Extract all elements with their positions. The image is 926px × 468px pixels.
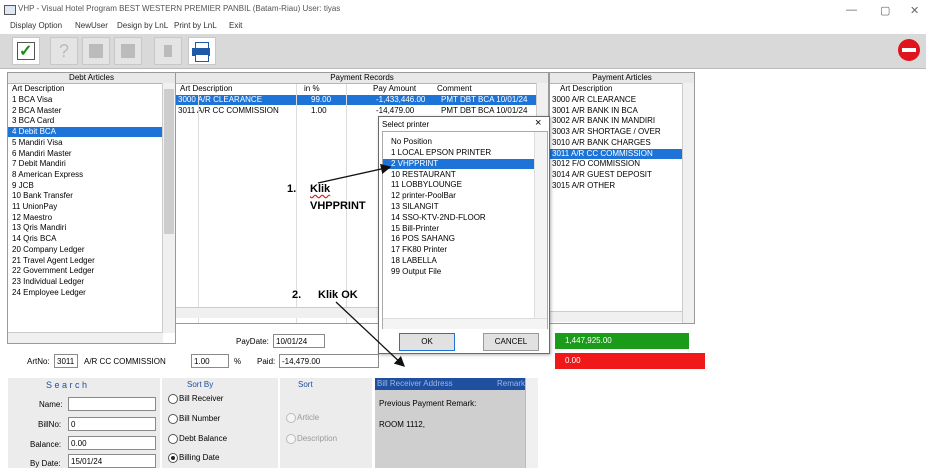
- arrow-to-vhpprint: [317, 163, 392, 184]
- annotation-arrows: [317, 163, 405, 367]
- arrow-to-ok: [335, 301, 405, 367]
